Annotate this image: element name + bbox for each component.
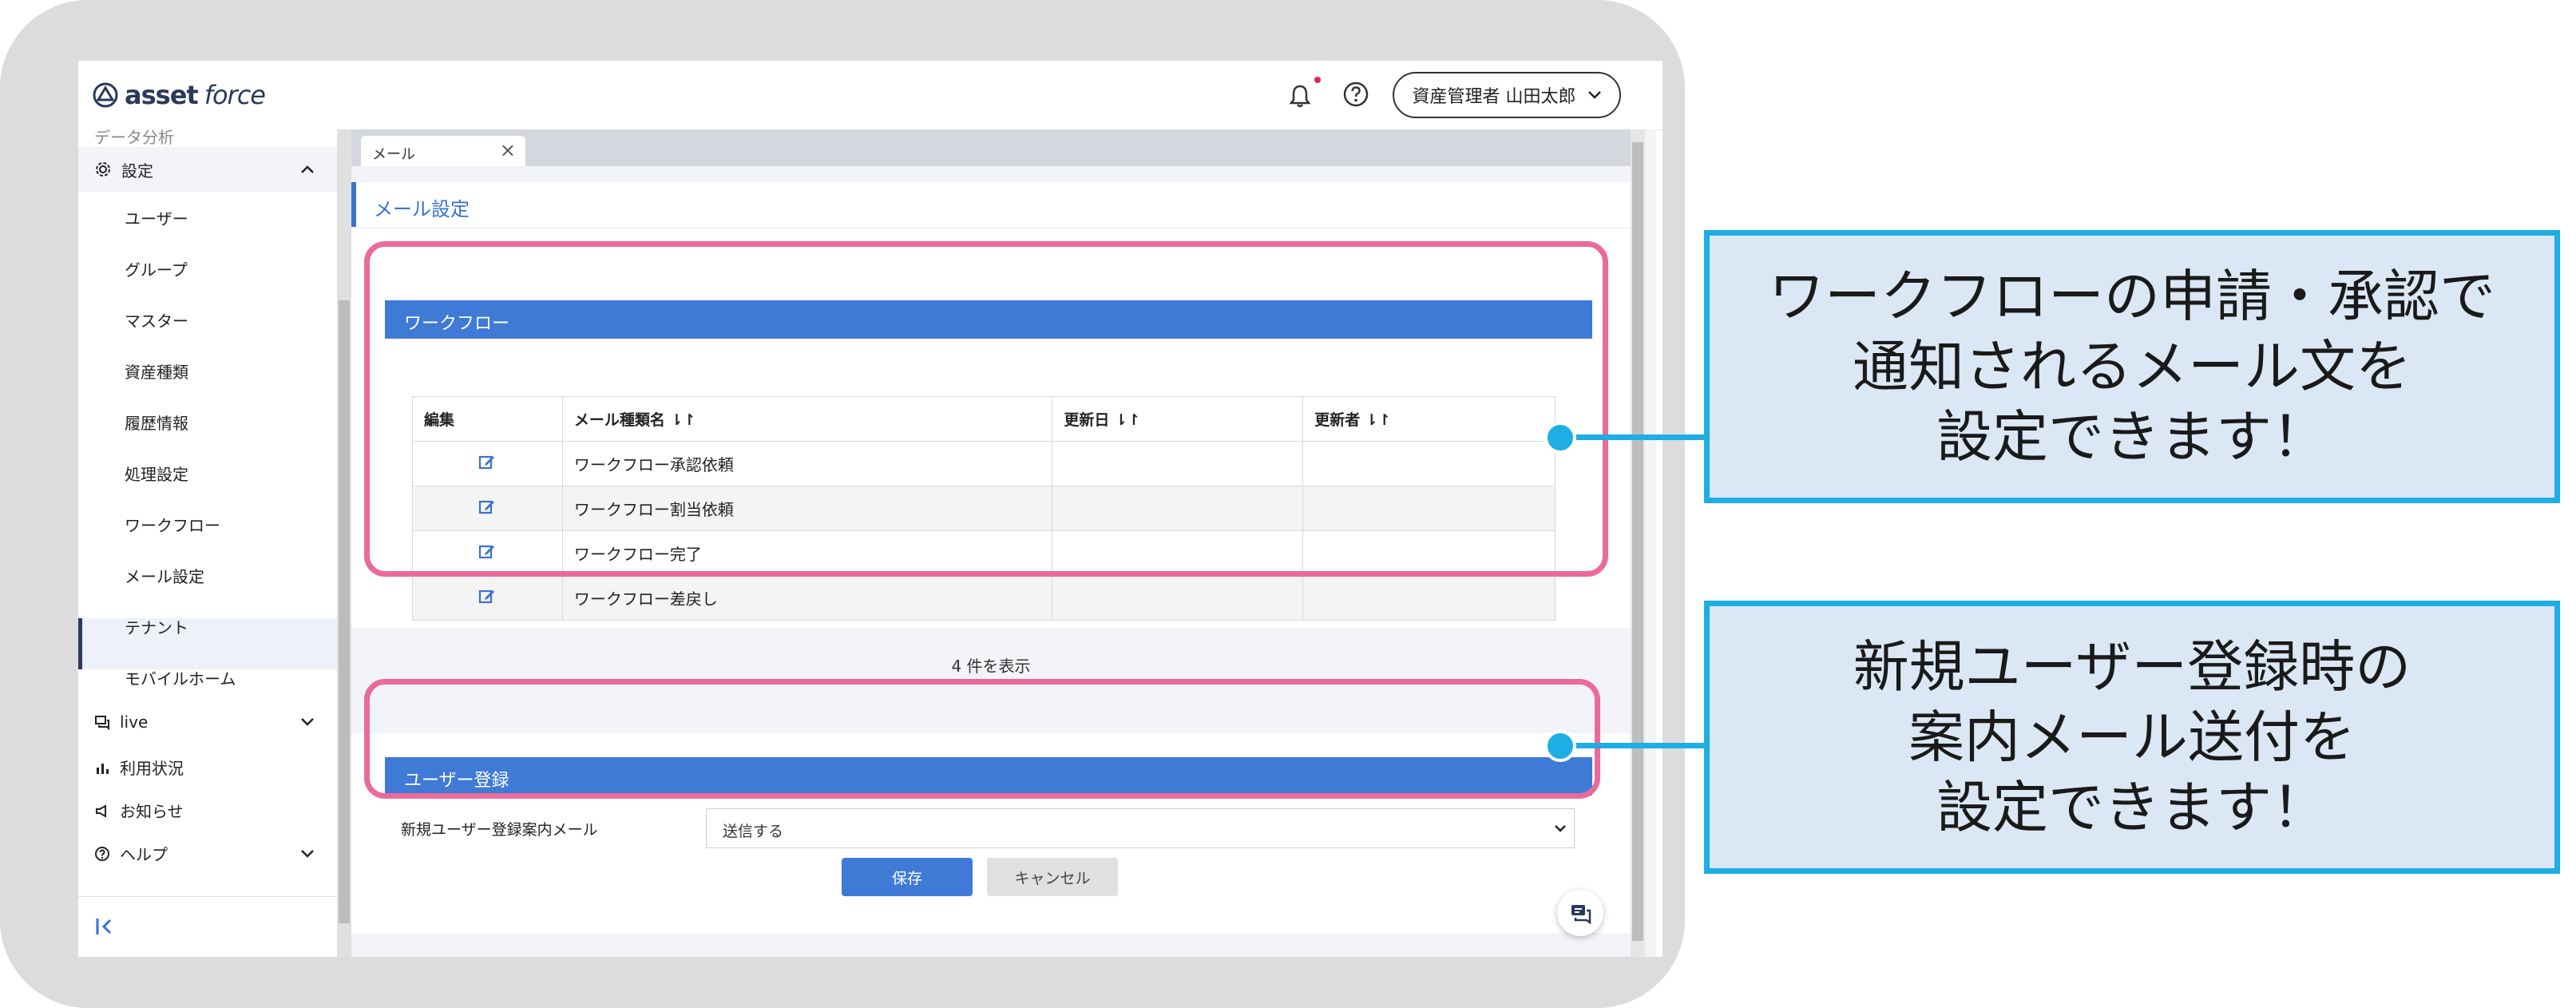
- mail-type-name: ワークフロー差戻し: [561, 575, 1053, 621]
- sidebar-item-processing[interactable]: 処理設定: [125, 462, 188, 485]
- bell-icon[interactable]: [1284, 80, 1316, 112]
- updated-date: [1052, 575, 1304, 621]
- edit-icon[interactable]: [478, 587, 496, 605]
- sidebar-item-groups[interactable]: グループ: [125, 257, 188, 280]
- bottom-callout-dot: [1544, 730, 1576, 762]
- user-name: 資産管理者 山田太郎: [1412, 87, 1576, 107]
- new-user-mail-label: 新規ユーザー登録案内メール: [401, 821, 598, 839]
- result-count: 4 件を表示: [951, 657, 1031, 676]
- chevron-up-icon: [301, 165, 314, 173]
- sidebar-scrollbar-thumb[interactable]: [339, 300, 350, 923]
- sidebar-item-workflow[interactable]: ワークフロー: [125, 513, 220, 536]
- sidebar-item-usage[interactable]: 利用状況: [94, 756, 184, 779]
- chat-icon: [95, 716, 109, 730]
- top-callout-line: 通知されるメール文を: [1853, 334, 2412, 399]
- sidebar-item-notice[interactable]: お知らせ: [94, 799, 184, 822]
- chat-icon: [1571, 905, 1591, 924]
- main-scrollbar-thumb[interactable]: [1632, 142, 1643, 941]
- bottom-callout-line: 新規ユーザー登録時の: [1853, 634, 2412, 700]
- select-value: 送信する: [723, 823, 784, 840]
- collapse-sidebar-icon[interactable]: [94, 915, 117, 938]
- save-button[interactable]: 保存: [842, 858, 973, 896]
- sidebar-group-settings[interactable]: 設定: [78, 147, 337, 192]
- sidebar-item-asset-types[interactable]: 資産種類: [125, 359, 188, 383]
- sidebar: データ分析 設定 ユーザー グループ マスター 資産種類 履歴情報 処理設定 ワ…: [78, 128, 342, 957]
- updater: [1302, 575, 1556, 621]
- bottom-callout-line: 設定できます！: [1936, 775, 2328, 840]
- bottom-callout-line: 案内メール送付を: [1908, 704, 2356, 770]
- help-icon: [95, 846, 109, 861]
- sidebar-item-users[interactable]: ユーザー: [125, 206, 188, 229]
- sidebar-item-tenant[interactable]: テナント: [125, 615, 188, 638]
- workflow-highlight-box: [364, 241, 1608, 577]
- help-icon[interactable]: [1342, 80, 1370, 109]
- tab-mail[interactable]: メール ×: [361, 136, 525, 166]
- megaphone-icon: [96, 804, 106, 818]
- sidebar-group-label: 設定: [121, 161, 153, 181]
- top-callout-connector: [1565, 435, 1709, 440]
- sidebar-item-data-analysis[interactable]: データ分析: [94, 125, 174, 148]
- table-row: ワークフロー差戻し: [412, 575, 1556, 621]
- close-icon[interactable]: ×: [500, 139, 516, 161]
- logo-text-regular: force: [204, 80, 266, 110]
- logo-text-bold: asset: [125, 80, 199, 110]
- page-title: メール設定: [351, 182, 1631, 227]
- new-user-mail-select[interactable]: 送信する: [706, 808, 1575, 848]
- sidebar-item-live[interactable]: live: [94, 712, 326, 732]
- user-menu-button[interactable]: 資産管理者 山田太郎: [1393, 72, 1621, 118]
- tab-bar: メール ×: [351, 129, 1631, 166]
- sidebar-item-master[interactable]: マスター: [125, 308, 188, 331]
- sidebar-active-indicator: [78, 618, 337, 669]
- bottom-callout-connector: [1565, 743, 1709, 748]
- top-callout-line: 設定できます！: [1936, 404, 2328, 470]
- app-header: asset force 資産管理者 山田太郎: [78, 61, 1663, 130]
- chevron-down-icon: [1587, 91, 1601, 99]
- sidebar-item-mail-settings[interactable]: メール設定: [125, 564, 204, 587]
- chevron-down-icon: [301, 718, 314, 726]
- top-callout-dot: [1544, 422, 1576, 454]
- top-callout-line: ワークフローの申請・承認で: [1769, 264, 2495, 329]
- top-callout: ワークフローの申請・承認で 通知されるメール文を 設定できます！: [1704, 230, 2560, 503]
- sidebar-item-mobile-home[interactable]: モバイルホーム: [125, 666, 236, 689]
- user-registration-highlight-box: [364, 679, 1600, 799]
- sidebar-item-history[interactable]: 履歴情報: [125, 411, 188, 434]
- logo-icon: [93, 82, 118, 108]
- gear-icon: [96, 162, 110, 177]
- chevron-down-icon: [1555, 825, 1566, 832]
- logo[interactable]: asset force: [93, 77, 266, 113]
- cancel-button[interactable]: キャンセル: [987, 858, 1118, 896]
- tab-label: メール: [372, 146, 415, 163]
- bottom-callout: 新規ユーザー登録時の 案内メール送付を 設定できます！: [1704, 601, 2560, 874]
- sidebar-divider: [78, 896, 337, 897]
- bar-chart-icon: [97, 763, 109, 774]
- edit-cell: [412, 575, 563, 621]
- sidebar-item-help[interactable]: ヘルプ: [94, 842, 326, 865]
- notification-dot: [1314, 77, 1321, 83]
- chat-support-button[interactable]: [1557, 890, 1603, 936]
- chevron-down-icon: [301, 849, 314, 858]
